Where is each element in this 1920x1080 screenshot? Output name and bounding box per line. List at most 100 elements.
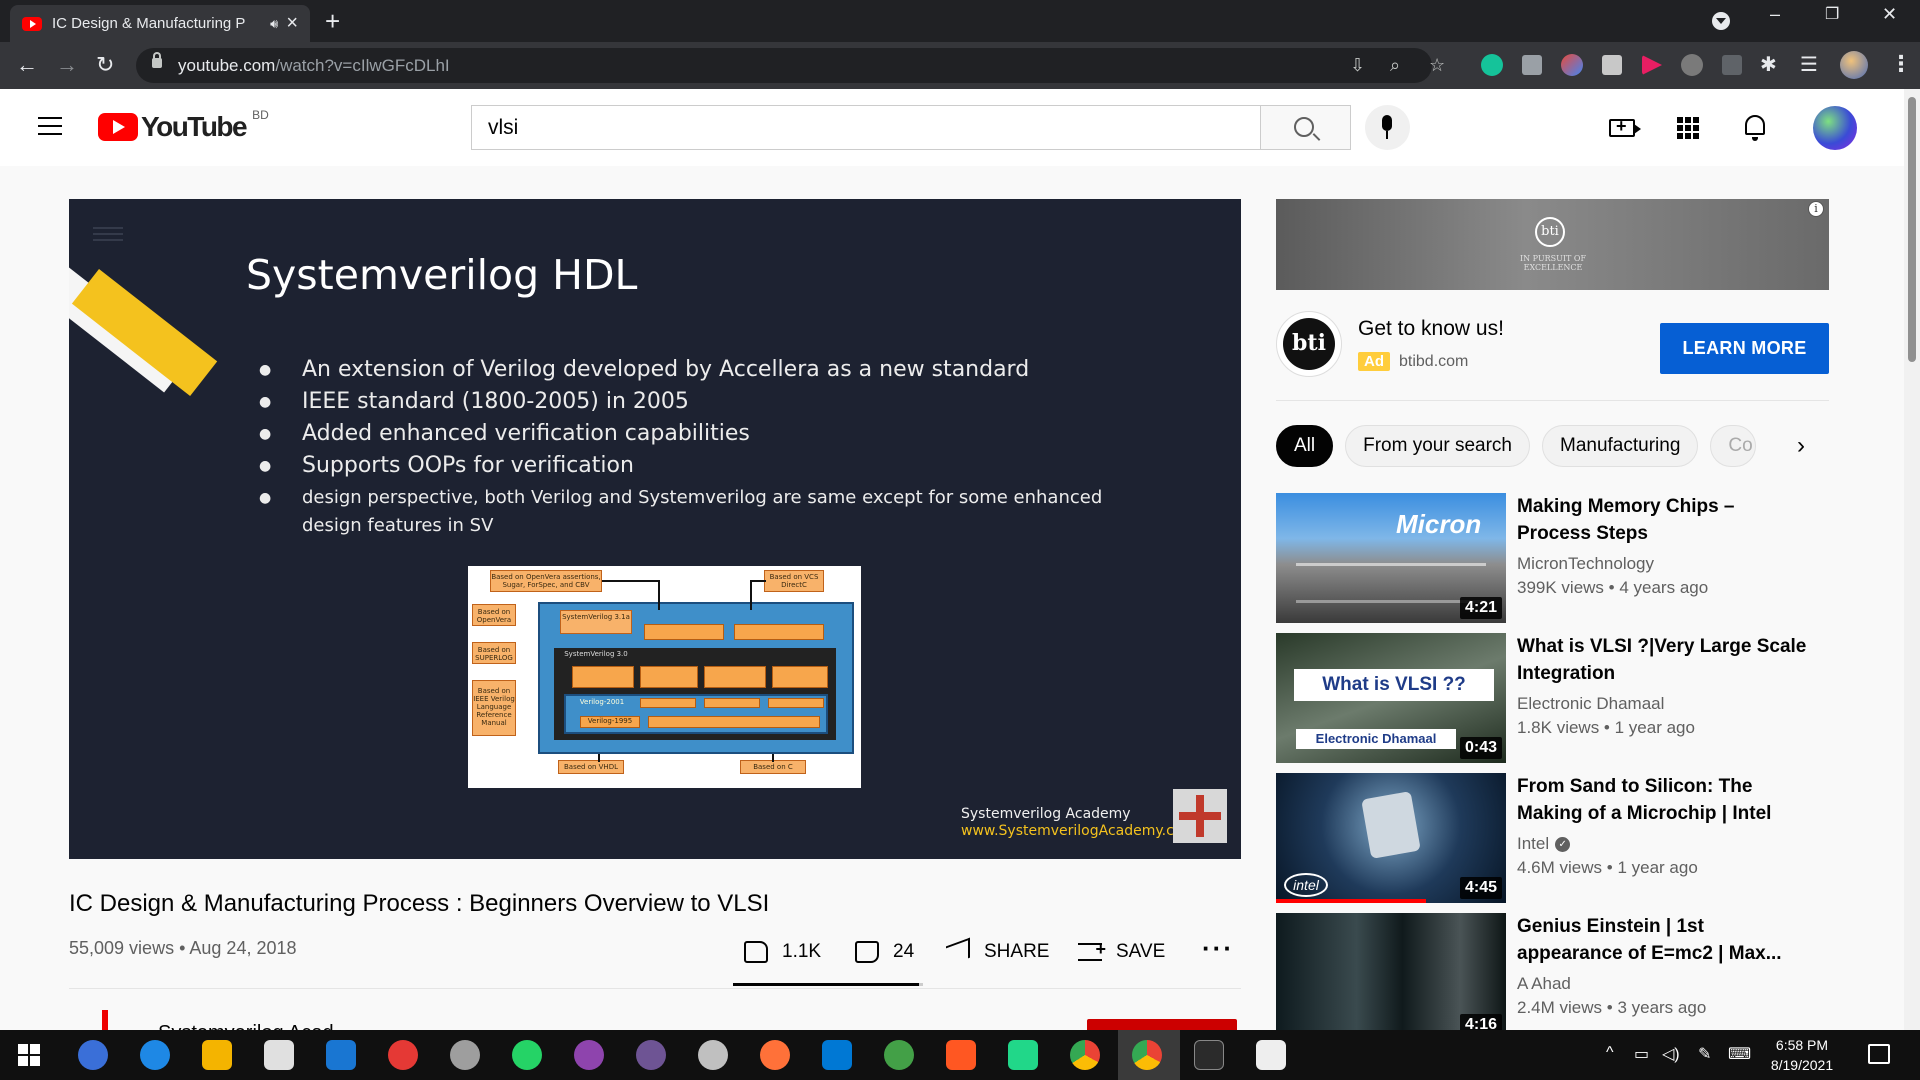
more-actions-icon[interactable]: ··· <box>1202 933 1234 964</box>
recommendation-channel[interactable]: Intel ✓ <box>1517 834 1571 854</box>
pip-extension-icon[interactable] <box>1722 55 1742 75</box>
chrome-active-icon[interactable] <box>1132 1040 1162 1070</box>
minimize-button[interactable]: – <box>1770 4 1780 25</box>
like-button[interactable]: 1.1K <box>744 937 821 967</box>
restore-button[interactable]: ❐ <box>1825 4 1839 24</box>
recommendation-channel[interactable]: A Ahad <box>1517 974 1571 994</box>
hamburger-menu-icon[interactable] <box>38 117 62 135</box>
back-icon[interactable]: ← <box>16 52 38 78</box>
dislike-button[interactable]: 24 <box>855 937 914 967</box>
learn-more-button[interactable]: LEARN MORE <box>1660 323 1829 374</box>
notes-extension-icon[interactable] <box>1602 55 1622 75</box>
volume-icon[interactable]: ◁) <box>1662 1044 1680 1064</box>
video-thumbnail[interactable]: 4:16 <box>1276 913 1506 1030</box>
chip-from-your-search[interactable]: From your search <box>1345 425 1530 467</box>
recommendation-channel[interactable]: Electronic Dhamaal <box>1517 694 1664 714</box>
opera-icon[interactable] <box>388 1040 418 1070</box>
save-button[interactable]: SAVE <box>1078 937 1165 967</box>
chevron-right-icon[interactable]: › <box>1780 425 1822 467</box>
keyboard-icon[interactable]: ⌨ <box>1728 1044 1751 1064</box>
tab-close-icon[interactable]: × <box>286 12 298 35</box>
recommendation-title[interactable]: What is VLSI ?|Very Large Scale Integrat… <box>1517 633 1807 687</box>
grammarly-extension-icon[interactable] <box>1481 54 1503 76</box>
channel-name[interactable]: Systemverilog Acad <box>158 1022 334 1030</box>
recommendation-title[interactable]: Making Memory Chips – Process Steps <box>1517 493 1807 547</box>
terminal-icon[interactable] <box>1194 1040 1224 1070</box>
recommendation-title[interactable]: Genius Einstein | 1st appearance of E=mc… <box>1517 913 1807 967</box>
zoom-icon[interactable]: ⌕ <box>1390 55 1400 76</box>
create-video-icon[interactable] <box>1609 116 1641 137</box>
chrome-profile-avatar[interactable] <box>1840 51 1868 79</box>
advertiser-logo[interactable]: bti <box>1276 311 1342 377</box>
video-thumbnail[interactable]: intel 4:45 <box>1276 773 1506 903</box>
browser-tab[interactable]: IC Design & Manufacturing P 🔊︎ × <box>10 5 310 42</box>
edge-icon[interactable] <box>140 1040 170 1070</box>
account-avatar[interactable] <box>1813 106 1857 150</box>
url-text[interactable]: youtube.com/watch?v=cIlwGFcDLhI <box>178 56 450 76</box>
system-clock[interactable]: 6:58 PM 8/19/2021 <box>1762 1035 1842 1075</box>
chrome-icon[interactable] <box>1070 1040 1100 1070</box>
video-player[interactable]: Systemverilog HDL An extension of Verilo… <box>69 199 1241 859</box>
download-extension-icon[interactable] <box>1681 54 1703 76</box>
close-window-button[interactable]: ✕ <box>1882 4 1897 25</box>
video-thumbnail[interactable]: Micron 4:21 <box>1276 493 1506 623</box>
notifications-bell-icon[interactable] <box>1745 115 1765 141</box>
recommendation-item[interactable]: 4:16 Genius Einstein | 1st appearance of… <box>1276 913 1836 1043</box>
reading-list-icon[interactable]: ☰ <box>1800 52 1818 77</box>
chrome-menu-icon[interactable]: ⋮ <box>1890 51 1912 77</box>
audio-playing-icon[interactable]: 🔊︎ <box>270 16 278 32</box>
github-icon[interactable] <box>636 1040 666 1070</box>
chip-all[interactable]: All <box>1276 425 1334 467</box>
recommendation-item[interactable]: What is VLSI ?? Electronic Dhamaal 0:43 … <box>1276 633 1836 763</box>
recommendation-item[interactable]: intel 4:45 From Sand to Silicon: The Mak… <box>1276 773 1836 903</box>
screenshot-extension-icon[interactable] <box>1522 55 1542 75</box>
pycharm-icon[interactable] <box>1008 1040 1038 1070</box>
pen-icon[interactable]: ✎ <box>1698 1044 1711 1064</box>
ad-title[interactable]: Get to know us! <box>1358 317 1504 341</box>
channel-avatar[interactable] <box>72 1010 132 1030</box>
ad-banner[interactable]: bti IN PURSUIT OF EXCELLENCE <box>1276 199 1829 290</box>
store-icon[interactable] <box>264 1040 294 1070</box>
color-extension-icon[interactable] <box>1561 54 1583 76</box>
search-input[interactable] <box>472 106 1260 149</box>
new-tab-button[interactable]: + <box>325 6 340 37</box>
whatsapp-icon[interactable] <box>512 1040 542 1070</box>
recommendation-title[interactable]: From Sand to Silicon: The Making of a Mi… <box>1517 773 1807 827</box>
extensions-puzzle-icon[interactable]: ✱ <box>1760 52 1777 77</box>
apps-grid-icon[interactable] <box>1677 117 1699 139</box>
pen-app-icon[interactable] <box>946 1040 976 1070</box>
play-extension-icon[interactable] <box>1642 55 1662 75</box>
recommendation-channel[interactable]: MicronTechnology <box>1517 554 1654 574</box>
messenger-icon[interactable] <box>574 1040 604 1070</box>
share-button[interactable]: SHARE <box>946 937 1049 967</box>
install-app-icon[interactable]: ⇩ <box>1350 55 1365 76</box>
video-thumbnail[interactable]: What is VLSI ?? Electronic Dhamaal 0:43 <box>1276 633 1506 763</box>
recommendation-item[interactable]: Micron 4:21 Making Memory Chips – Proces… <box>1276 493 1836 623</box>
lock-icon[interactable] <box>152 52 162 68</box>
vscode-icon[interactable] <box>822 1040 852 1070</box>
firefox-icon[interactable] <box>760 1040 790 1070</box>
paint-icon[interactable] <box>698 1040 728 1070</box>
page-scrollbar[interactable] <box>1904 89 1920 1030</box>
file-explorer-icon[interactable] <box>202 1040 232 1070</box>
chip-truncated[interactable]: Co <box>1710 425 1757 467</box>
notifications-icon[interactable] <box>1868 1044 1890 1064</box>
youtube-logo[interactable]: YouTube BD <box>98 108 269 143</box>
windows-start-icon[interactable] <box>18 1044 40 1066</box>
network-icon[interactable]: ▭ <box>1634 1044 1649 1064</box>
tray-chevron-icon[interactable]: ^ <box>1606 1044 1614 1062</box>
satellite-app-icon[interactable] <box>450 1040 480 1070</box>
ad-info-icon[interactable]: i <box>1808 201 1824 217</box>
forward-icon[interactable]: → <box>56 52 78 78</box>
qbittorrent-icon[interactable] <box>78 1040 108 1070</box>
subscribe-button[interactable] <box>1087 1019 1237 1030</box>
tab-search-icon[interactable] <box>1712 12 1730 30</box>
voice-search-icon[interactable] <box>1365 105 1410 150</box>
bookmark-star-icon[interactable]: ☆ <box>1429 55 1445 76</box>
scrollbar-thumb[interactable] <box>1908 97 1916 362</box>
app-icon[interactable] <box>884 1040 914 1070</box>
app-icon[interactable] <box>1256 1040 1286 1070</box>
mail-icon[interactable] <box>326 1040 356 1070</box>
search-button[interactable] <box>1261 105 1351 150</box>
chip-manufacturing[interactable]: Manufacturing <box>1542 425 1699 467</box>
